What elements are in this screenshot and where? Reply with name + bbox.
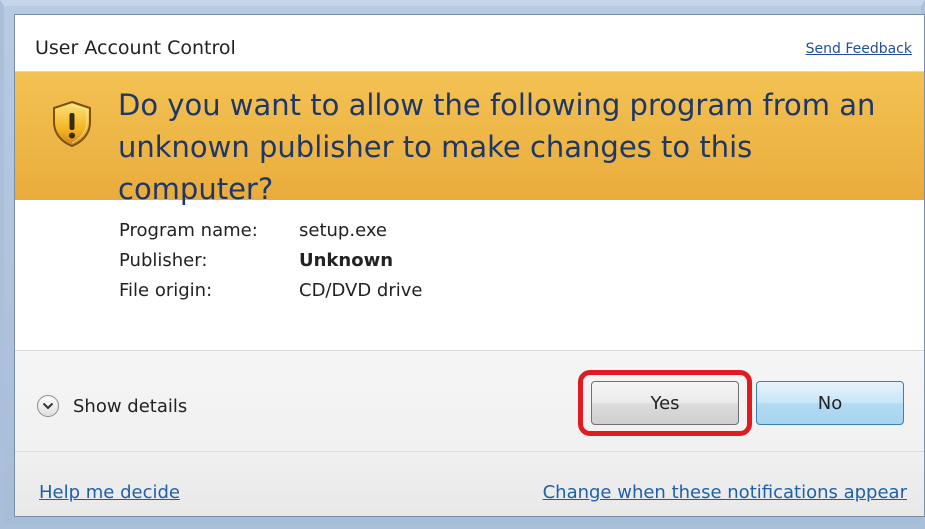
- publisher-label: Publisher:: [119, 250, 208, 271]
- show-details-label[interactable]: Show details: [73, 396, 187, 417]
- uac-dialog: User Account Control Send Feedback Do yo…: [14, 14, 925, 517]
- change-notifications-link[interactable]: Change when these notifications appear: [543, 482, 907, 503]
- show-details-toggle[interactable]: Show details: [37, 395, 187, 417]
- shield-warning-icon: [53, 100, 91, 148]
- dialog-footer: Show details Yes No Help me decide Chang…: [15, 350, 924, 516]
- file-origin-value: CD/DVD drive: [299, 280, 423, 301]
- send-feedback-link[interactable]: Send Feedback: [806, 41, 912, 57]
- program-name-label: Program name:: [119, 220, 258, 241]
- warning-banner: Do you want to allow the following progr…: [15, 71, 924, 206]
- help-me-decide-link[interactable]: Help me decide: [39, 482, 180, 503]
- dialog-title: User Account Control: [35, 37, 236, 59]
- help-links-bar: Help me decide Change when these notific…: [15, 451, 924, 516]
- warning-message: Do you want to allow the following progr…: [118, 88, 876, 206]
- chevron-down-icon[interactable]: [37, 395, 59, 417]
- file-origin-label: File origin:: [119, 280, 213, 301]
- program-name-value: setup.exe: [299, 220, 387, 241]
- title-bar: User Account Control Send Feedback: [15, 15, 924, 71]
- publisher-value: Unknown: [299, 250, 394, 271]
- no-button[interactable]: No: [756, 381, 904, 425]
- yes-button[interactable]: Yes: [591, 381, 739, 425]
